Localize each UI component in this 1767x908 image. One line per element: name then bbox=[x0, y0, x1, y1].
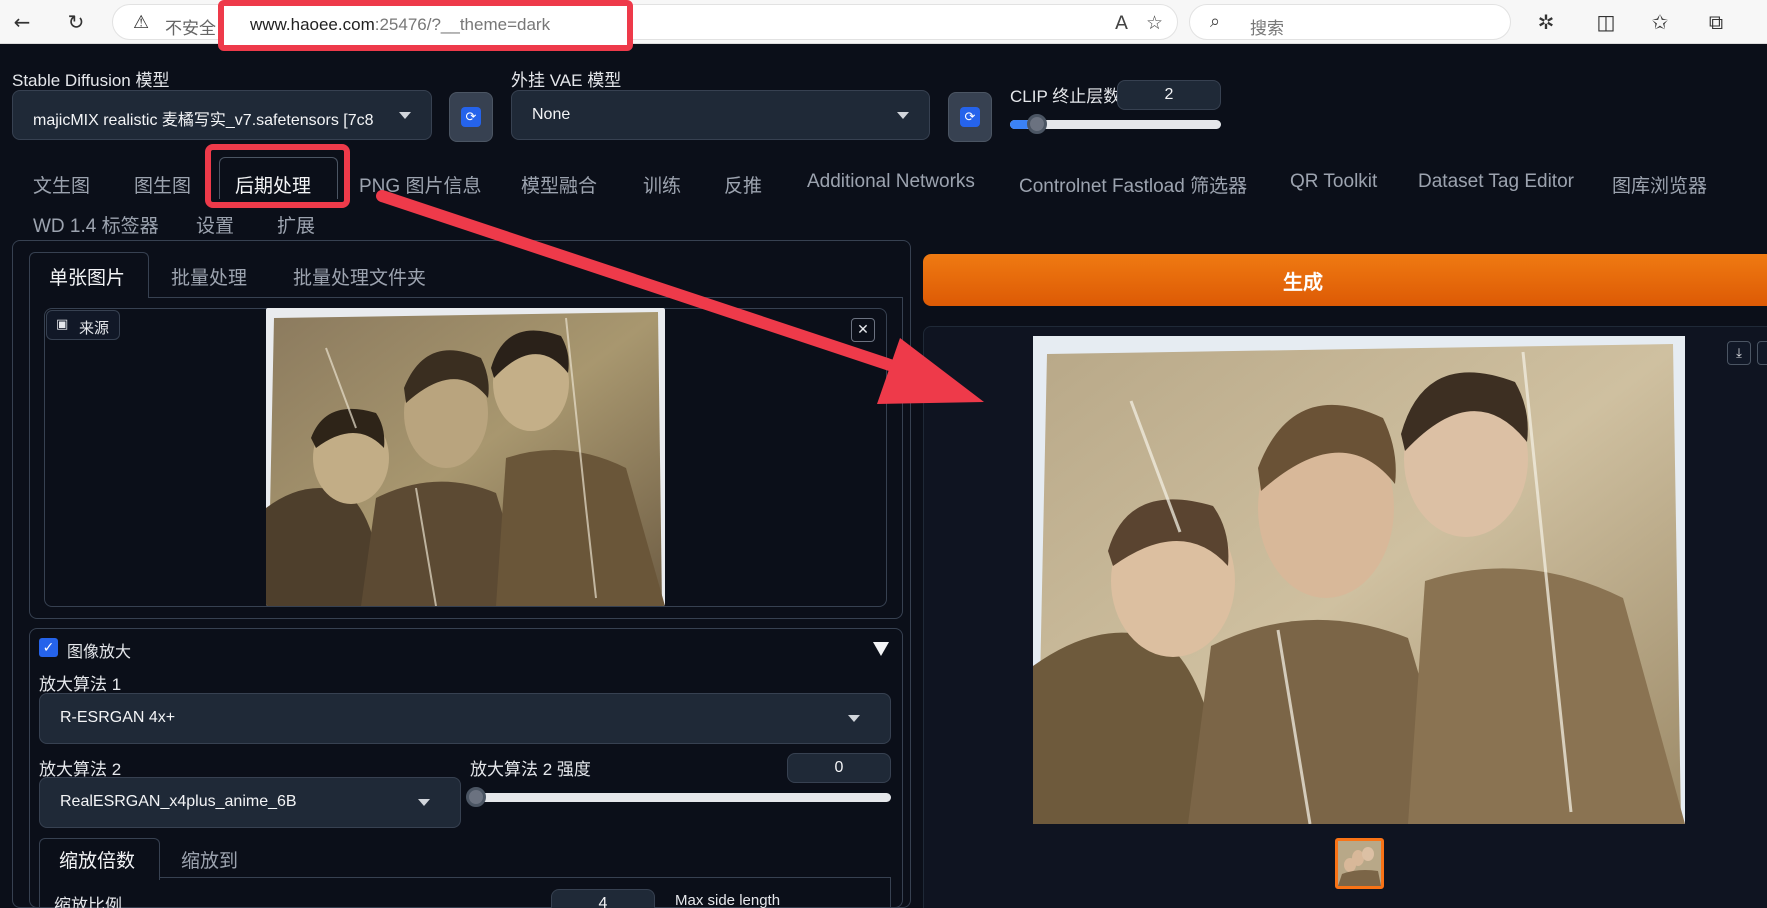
strength-slider-thumb[interactable] bbox=[466, 787, 486, 807]
sd-model-dropdown[interactable]: majicMIX realistic 麦橘写实_v7.safetensors [… bbox=[12, 90, 432, 140]
upscaler1-label: 放大算法 1 bbox=[39, 675, 122, 694]
gallery-thumbnail[interactable] bbox=[1335, 838, 1384, 889]
upscale-enable-checkbox[interactable]: ✓ bbox=[39, 638, 58, 657]
search-placeholder: 搜索 bbox=[1250, 19, 1284, 38]
tab-png-info[interactable]: PNG 图片信息 bbox=[359, 171, 481, 198]
split-screen-icon[interactable]: ◫ bbox=[1592, 8, 1620, 36]
source-photo bbox=[266, 308, 665, 606]
sd-model-label: Stable Diffusion 模型 bbox=[12, 71, 170, 90]
chevron-down-icon bbox=[399, 112, 411, 119]
vae-value: None bbox=[532, 106, 571, 123]
tab-dataset-tag-editor[interactable]: Dataset Tag Editor bbox=[1418, 171, 1574, 193]
clip-skip-label: CLIP 终止层数 bbox=[1010, 87, 1121, 106]
search-icon: ⌕ bbox=[1210, 11, 1221, 32]
upscaler2-dropdown[interactable]: RealESRGAN_x4plus_anime_6B bbox=[39, 777, 461, 828]
url-rest: :25476/?__theme=dark bbox=[374, 15, 551, 34]
upscaler1-value: R-ESRGAN 4x+ bbox=[60, 709, 176, 726]
extensions-icon[interactable]: ✲ bbox=[1532, 8, 1560, 36]
tab-controlnet-fastload[interactable]: Controlnet Fastload 筛选器 bbox=[1019, 171, 1247, 198]
insecure-label: 不安全 bbox=[165, 19, 216, 38]
chevron-down-icon bbox=[418, 799, 430, 806]
sd-model-value: majicMIX realistic 麦橘写实_v7.safetensors [… bbox=[33, 112, 374, 129]
url-text[interactable]: www.haoee.com:25476/?__theme=dark bbox=[250, 15, 550, 35]
tab-txt2img[interactable]: 文生图 bbox=[33, 171, 90, 198]
vae-dropdown[interactable]: None bbox=[511, 90, 930, 140]
output-photo-image bbox=[1033, 336, 1685, 824]
tab-train[interactable]: 训练 bbox=[643, 171, 681, 198]
refresh-icon: ⟳ bbox=[461, 107, 481, 127]
browser-toolbar: ← ↻ ⚠ 不安全 A ☆ www.haoee.com:25476/?__the… bbox=[0, 0, 1767, 51]
tab-scale-to[interactable]: 缩放到 bbox=[181, 846, 238, 873]
upscale-section bbox=[29, 628, 903, 908]
vae-refresh-button[interactable]: ⟳ bbox=[948, 92, 992, 142]
tab-interrogate[interactable]: 反推 bbox=[724, 171, 762, 198]
image-icon: ▣ bbox=[56, 317, 69, 332]
clip-slider-thumb[interactable] bbox=[1027, 114, 1048, 134]
url-host: www.haoee.com bbox=[250, 15, 375, 34]
subtab-single-image[interactable]: 单张图片 bbox=[49, 263, 125, 290]
fullscreen-icon[interactable] bbox=[1757, 341, 1767, 365]
tab-extensions[interactable]: 扩展 bbox=[277, 211, 315, 238]
scale-ratio-input[interactable]: 4 bbox=[551, 889, 655, 908]
scale-ratio-label: 缩放比例 bbox=[54, 896, 122, 908]
tab-qr-toolkit[interactable]: QR Toolkit bbox=[1290, 171, 1377, 193]
sd-model-refresh-button[interactable]: ⟳ bbox=[449, 92, 493, 142]
chevron-down-icon bbox=[897, 112, 909, 119]
tab-extras[interactable]: 后期处理 bbox=[235, 171, 311, 198]
favorite-star-icon[interactable]: ☆ bbox=[1146, 12, 1163, 34]
refresh-icon: ⟳ bbox=[960, 107, 980, 127]
upscaler2-strength-input[interactable]: 0 bbox=[787, 753, 891, 783]
tab-settings[interactable]: 设置 bbox=[196, 211, 234, 238]
upscaler2-strength-slider[interactable] bbox=[466, 787, 891, 807]
subtab-batch-folder[interactable]: 批量处理文件夹 bbox=[293, 263, 426, 290]
generate-button[interactable]: 生成 bbox=[923, 254, 1767, 306]
collections-icon[interactable]: ⧉ bbox=[1702, 8, 1730, 36]
back-arrow-icon[interactable]: ← bbox=[8, 8, 36, 36]
clip-skip-slider[interactable] bbox=[1010, 114, 1221, 134]
tab-image-browser[interactable]: 图库浏览器 bbox=[1612, 171, 1707, 198]
tab-wd14-tagger[interactable]: WD 1.4 标签器 bbox=[33, 211, 159, 238]
download-icon[interactable]: ⤓ bbox=[1727, 341, 1751, 365]
subtab-batch[interactable]: 批量处理 bbox=[171, 263, 247, 290]
vae-label: 外挂 VAE 模型 bbox=[511, 71, 622, 90]
output-photo[interactable] bbox=[1033, 336, 1685, 824]
close-icon[interactable]: ✕ bbox=[851, 318, 875, 342]
favorites-icon[interactable]: ✩ bbox=[1646, 8, 1674, 36]
refresh-icon[interactable]: ↻ bbox=[62, 8, 90, 36]
tab-checkpoint-merger[interactable]: 模型融合 bbox=[521, 171, 597, 198]
tab-additional-networks[interactable]: Additional Networks bbox=[807, 171, 975, 193]
clip-skip-input[interactable]: 2 bbox=[1117, 80, 1221, 110]
upscaler1-dropdown[interactable]: R-ESRGAN 4x+ bbox=[39, 693, 891, 744]
max-side-length-label: Max side length bbox=[675, 892, 781, 908]
tab-img2img[interactable]: 图生图 bbox=[134, 171, 191, 198]
url-highlight-box: www.haoee.com:25476/?__theme=dark bbox=[218, 0, 633, 51]
upscaler2-value: RealESRGAN_x4plus_anime_6B bbox=[60, 793, 297, 810]
read-aloud-icon[interactable]: A bbox=[1115, 12, 1128, 34]
source-photo-image bbox=[266, 308, 665, 606]
source-label-badge: ▣ 来源 bbox=[46, 310, 120, 340]
source-label: 来源 bbox=[79, 320, 110, 337]
upscale-enable-label: 图像放大 bbox=[67, 644, 132, 661]
collapse-triangle-icon[interactable] bbox=[873, 642, 889, 656]
tab-scale-by[interactable]: 缩放倍数 bbox=[59, 846, 135, 873]
upscaler2-strength-label: 放大算法 2 强度 bbox=[470, 760, 591, 779]
browser-search-box[interactable]: ⌕ 搜索 bbox=[1189, 4, 1511, 40]
chevron-down-icon bbox=[848, 715, 860, 722]
warning-icon: ⚠ bbox=[133, 12, 150, 33]
thumbnail-image bbox=[1338, 841, 1381, 886]
